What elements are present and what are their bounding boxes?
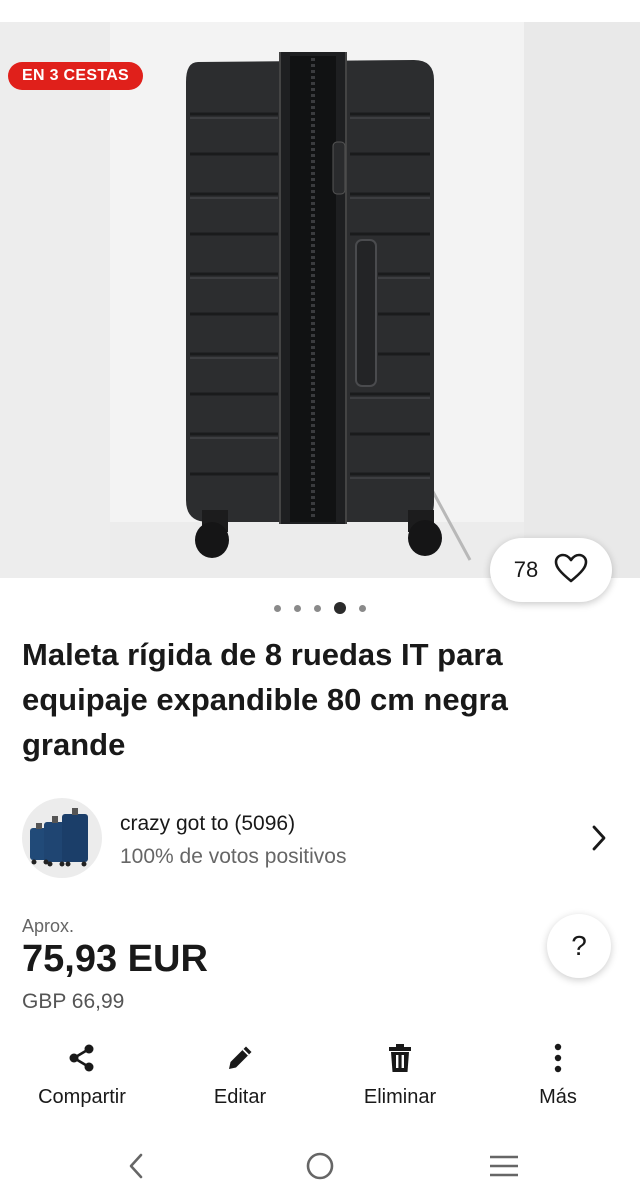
more-label: Más <box>539 1086 577 1108</box>
system-navigation-bar <box>0 1132 640 1200</box>
share-label: Compartir <box>38 1086 126 1108</box>
home-icon[interactable] <box>300 1146 340 1186</box>
trash-icon <box>386 1038 414 1078</box>
seller-avatar <box>22 798 102 878</box>
pencil-icon <box>224 1038 256 1078</box>
image-dot[interactable] <box>274 604 281 612</box>
image-dot[interactable] <box>314 604 321 612</box>
suitcase-image <box>110 52 524 578</box>
seller-feedback: 100% de votos positivos <box>120 845 347 868</box>
share-icon <box>66 1038 98 1078</box>
heart-icon <box>554 553 588 588</box>
image-pagination <box>0 600 640 616</box>
help-button[interactable]: ? <box>547 914 611 978</box>
original-price: GBP 66,99 <box>22 990 125 1013</box>
image-dot[interactable] <box>294 604 301 612</box>
in-baskets-badge: EN 3 CESTAS <box>8 62 144 90</box>
edit-button[interactable]: Editar <box>170 1038 310 1118</box>
recents-icon[interactable] <box>484 1146 524 1186</box>
approx-label: Aprox. <box>22 916 75 936</box>
watch-button[interactable]: 78 <box>490 538 612 602</box>
more-button[interactable]: Más <box>488 1038 628 1118</box>
image-dot-active[interactable] <box>334 602 346 614</box>
edit-label: Editar <box>213 1086 267 1108</box>
seller-name: crazy got to (5096) <box>120 812 296 835</box>
product-image-carousel[interactable]: EN 3 CESTAS <box>0 22 640 578</box>
product-title: Maleta rígida de 8 ruedas IT para equipa… <box>22 637 508 762</box>
more-vertical-icon <box>552 1038 564 1078</box>
converted-price: 75,93 EUR <box>22 938 208 980</box>
watch-count: 78 <box>513 557 539 582</box>
status-bar-area <box>0 0 640 22</box>
chevron-right-icon <box>590 824 608 857</box>
action-bar: Compartir Editar Eliminar Más <box>0 1038 640 1118</box>
seller-row[interactable]: crazy got to (5096) 100% de votos positi… <box>22 796 622 882</box>
delete-label: Eliminar <box>363 1086 437 1108</box>
delete-button[interactable]: Eliminar <box>330 1038 470 1118</box>
share-button[interactable]: Compartir <box>12 1038 152 1118</box>
image-dot[interactable] <box>359 604 366 612</box>
back-icon[interactable] <box>116 1146 156 1186</box>
